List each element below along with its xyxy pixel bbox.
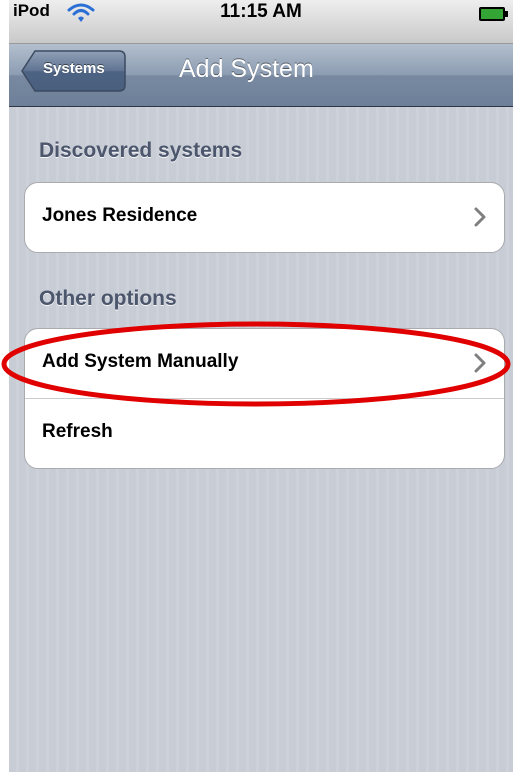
discovered-systems-group: Jones Residence xyxy=(24,182,505,253)
section-header-discovered: Discovered systems xyxy=(39,139,243,162)
list-item-add-system-manually[interactable]: Add System Manually xyxy=(25,329,504,398)
navigation-bar: Systems Add System xyxy=(9,44,513,107)
list-item-jones-residence[interactable]: Jones Residence xyxy=(25,183,504,252)
other-options-group: Add System Manually Refresh xyxy=(24,328,505,469)
back-button[interactable]: Systems xyxy=(21,46,127,93)
back-button-label: Systems xyxy=(43,60,105,77)
chevron-right-icon xyxy=(474,207,486,227)
table-view[interactable]: Discovered systems Jones Residence Other… xyxy=(9,107,513,772)
status-time: 11:15 AM xyxy=(220,1,302,22)
page-title: Add System xyxy=(179,55,314,83)
battery-icon xyxy=(479,7,508,21)
list-item-label: Add System Manually xyxy=(42,351,239,372)
list-item-label: Jones Residence xyxy=(42,205,198,226)
list-item-refresh[interactable]: Refresh xyxy=(25,398,504,468)
status-bar: iPod 11:15 AM xyxy=(9,0,513,44)
section-header-other-options: Other options xyxy=(39,287,177,310)
chevron-right-icon xyxy=(474,353,486,373)
list-item-label: Refresh xyxy=(42,421,113,442)
